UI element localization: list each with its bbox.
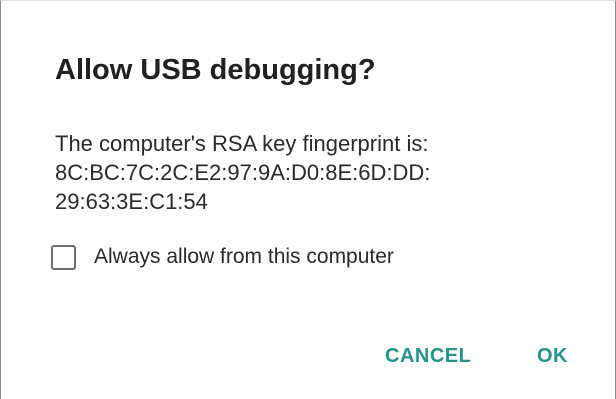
dialog-title: Allow USB debugging? (55, 54, 376, 86)
usb-debugging-dialog: Allow USB debugging? The computer's RSA … (0, 0, 616, 399)
ok-button[interactable]: OK (537, 345, 568, 368)
fingerprint-line-2: 29:63:3E:C1:54 (55, 189, 208, 214)
fingerprint-line-1: 8C:BC:7C:2C:E2:97:9A:D0:8E:6D:DD: (55, 160, 431, 185)
message-line-1: The computer's RSA key fingerprint is: (55, 131, 429, 156)
always-allow-label[interactable]: Always allow from this computer (94, 245, 394, 269)
cancel-button[interactable]: CANCEL (385, 345, 471, 368)
dialog-message: The computer's RSA key fingerprint is: 8… (55, 129, 595, 216)
always-allow-checkbox[interactable] (51, 244, 76, 270)
always-allow-row[interactable]: Always allow from this computer (51, 240, 394, 274)
